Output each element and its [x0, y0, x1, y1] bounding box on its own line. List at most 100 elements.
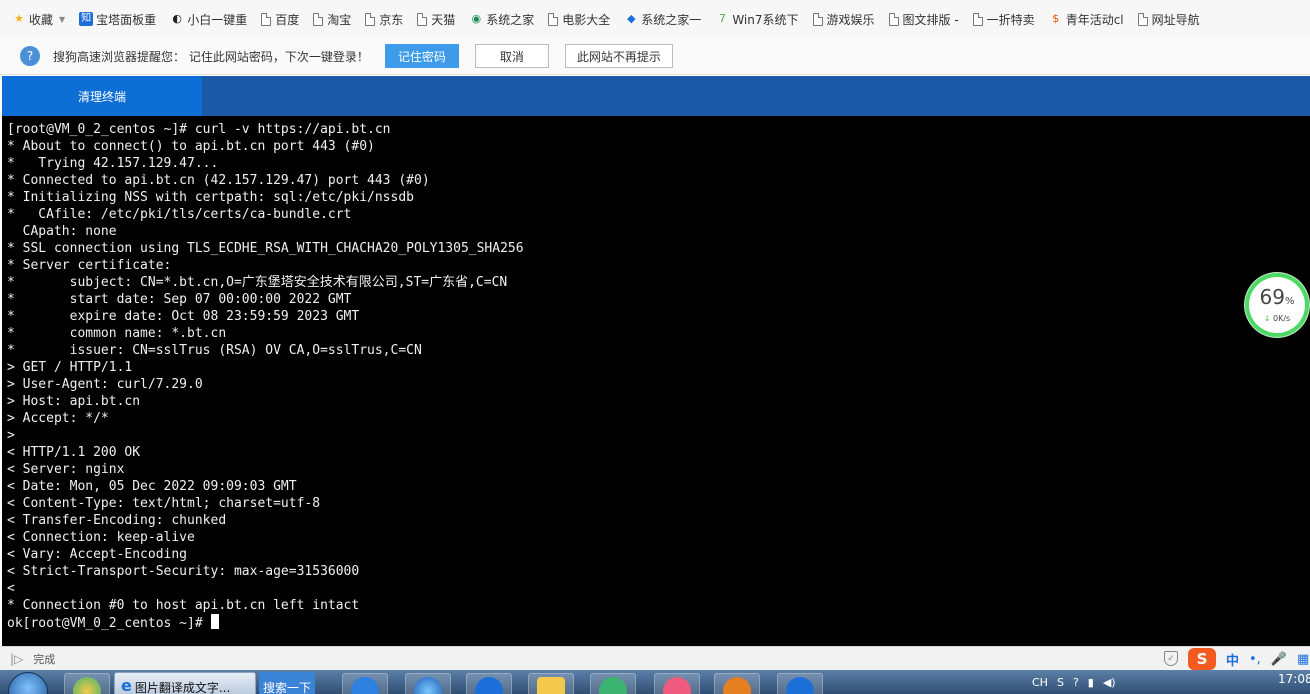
terminal-line: [root@VM_0_2_centos ~]# curl -v https://… — [7, 122, 391, 137]
keyboard-grid-icon[interactable]: ▦ — [1297, 652, 1309, 667]
app-header: 清理终端 — [2, 76, 1310, 116]
xiaobai-icon: ◐ — [172, 12, 182, 25]
password-prompt-message: 搜狗高速浏览器提醒您： 记住此网站密码，下次一键登录！ — [53, 49, 369, 64]
microphone-icon[interactable]: 🎤 — [1271, 652, 1287, 667]
terminal-output: [root@VM_0_2_centos ~]# curl -v https://… — [7, 121, 1310, 614]
xitong-icon: ◉ — [471, 12, 482, 25]
download-arrow-icon: ↓ — [1263, 314, 1271, 323]
bookmark-label: Win7系统下 — [732, 12, 799, 27]
taskbar: e 图片翻译成文字... 搜索一下 CH S ? ▮ ◀) 17:08 — [0, 670, 1310, 694]
taskbar-app-icon[interactable] — [64, 673, 110, 694]
cancel-button[interactable]: 取消 — [474, 44, 549, 68]
bookmark-label: 宝塔面板重 — [96, 12, 157, 27]
bt-icon: 知 — [79, 12, 94, 26]
terminal-line: CApath: none — [7, 224, 117, 239]
sogou-taskbar-icon[interactable] — [342, 673, 388, 694]
sogou-ime-icon[interactable]: S — [1188, 648, 1216, 670]
clear-terminal-tab[interactable]: 清理终端 — [2, 76, 202, 116]
ie-icon: e — [121, 676, 132, 694]
terminal-line: < Content-Type: text/html; charset=utf-8 — [7, 496, 321, 511]
bookmark-label: 游戏娱乐 — [826, 12, 875, 27]
never-prompt-button[interactable]: 此网站不再提示 — [564, 44, 673, 68]
remember-password-button[interactable]: 记住密码 — [384, 44, 459, 68]
qingnian-icon: $ — [1052, 12, 1060, 25]
system-tray: CH S ? ▮ ◀) — [1032, 676, 1116, 689]
terminal-line: * Trying 42.157.129.47... — [7, 156, 219, 171]
bookmark-item[interactable]: 知宝塔面板重 — [73, 0, 164, 38]
bookmark-item[interactable]: 网址导航 — [1132, 0, 1208, 38]
password-save-prompt: ? 搜狗高速浏览器提醒您： 记住此网站密码，下次一键登录！ 记住密码 取消 此网… — [0, 38, 1310, 75]
terminal-line: * CAfile: /etc/pki/tls/certs/ca-bundle.c… — [7, 207, 352, 222]
tray-sogou-icon[interactable]: S — [1057, 676, 1064, 689]
bookmark-item[interactable]: 电影大全 — [542, 0, 618, 38]
tray-network-icon[interactable]: ▮ — [1088, 676, 1094, 689]
ie-taskbar-icon[interactable] — [405, 673, 451, 694]
bookmark-item[interactable]: 京东 — [359, 0, 411, 38]
xitong2-icon: ◆ — [627, 12, 636, 25]
folder-taskbar-icon[interactable] — [528, 673, 574, 694]
chevron-down-icon[interactable]: ▼ — [59, 15, 65, 24]
bookmark-item[interactable]: ★ 收藏 ▼ — [0, 0, 73, 38]
start-button[interactable] — [8, 672, 48, 694]
tray-volume-icon[interactable]: ◀) — [1103, 676, 1116, 689]
page-icon — [261, 12, 272, 26]
win7-icon: 7 — [718, 12, 726, 25]
terminal-line: * Connection #0 to host api.bt.cn left i… — [7, 598, 360, 613]
terminal-line: * subject: CN=*.bt.cn,O=广东堡塔安全技术有限公司,ST=… — [7, 275, 508, 290]
terminal-line: * start date: Sep 07 00:00:00 2022 GMT — [7, 292, 352, 307]
bookmark-label: 一折特卖 — [986, 12, 1035, 27]
bookmark-label: 网址导航 — [1151, 12, 1200, 27]
terminal-line: > Accept: */* — [7, 411, 109, 426]
terminal-prompt: ok[root@VM_0_2_centos ~]# — [7, 616, 211, 631]
bookmark-label: 收藏 — [29, 12, 54, 27]
terminal-line: > User-Agent: curl/7.29.0 — [7, 377, 203, 392]
bookmark-item[interactable]: ◆ 系统之家一 — [618, 0, 709, 38]
bookmark-item[interactable]: $ 青年活动cl — [1043, 0, 1132, 38]
security-shield-icon[interactable]: ✓ — [1164, 651, 1178, 666]
status-bar: |▷ 完成 ✓ S 中 •, 🎤 ▦ — [0, 646, 1310, 671]
page-icon — [812, 12, 823, 26]
bookmark-item[interactable]: 一折特卖 — [967, 0, 1043, 38]
bookmark-label: 系统之家 — [486, 12, 535, 27]
taskbar-search-button[interactable]: 搜索一下 — [259, 672, 315, 694]
network-load-percent: 69 — [1259, 285, 1285, 309]
terminal-line: < Transfer-Encoding: chunked — [7, 513, 227, 528]
terminal-cursor — [210, 614, 219, 629]
terminal-line: * Server certificate: — [7, 258, 172, 273]
bookmark-item[interactable]: ◉ 系统之家 — [463, 0, 542, 38]
sidebar-toggle-icon[interactable]: |▷ — [10, 652, 23, 666]
sogou-browser-taskbar-icon[interactable] — [777, 673, 823, 694]
terminal-line: * SSL connection using TLS_ECDHE_RSA_WIT… — [7, 241, 524, 256]
terminal-line: * About to connect() to api.bt.cn port 4… — [7, 139, 375, 154]
punctuation-icon[interactable]: •, — [1249, 652, 1261, 667]
terminal-line: * Connected to api.bt.cn (42.157.129.47)… — [7, 173, 430, 188]
terminal-window[interactable]: [root@VM_0_2_centos ~]# curl -v https://… — [2, 116, 1310, 646]
percent-unit: % — [1284, 296, 1295, 307]
browser-taskbar-icon[interactable] — [466, 673, 512, 694]
bookmark-item[interactable]: 淘宝 — [307, 0, 359, 38]
taskbar-browser-window[interactable]: e 图片翻译成文字... — [114, 672, 256, 694]
bookmark-item[interactable]: 图文排版 - — [883, 0, 967, 38]
bookmark-item[interactable]: 游戏娱乐 — [807, 0, 883, 38]
paint-taskbar-icon[interactable] — [714, 673, 760, 694]
terminal-line: < Server: nginx — [7, 462, 125, 477]
tray-help-icon[interactable]: ? — [1073, 676, 1079, 689]
tray-language[interactable]: CH — [1032, 676, 1048, 689]
bookmark-item[interactable]: 天猫 — [411, 0, 463, 38]
bookmark-item[interactable]: 7 Win7系统下 — [709, 0, 806, 38]
bookmark-item[interactable]: 百度 — [255, 0, 307, 38]
taskbar-browser-title: 图片翻译成文字... — [134, 681, 231, 694]
app-taskbar-icon[interactable] — [654, 673, 700, 694]
bookmark-label: 图文排版 - — [902, 12, 959, 27]
update-taskbar-icon[interactable] — [590, 673, 636, 694]
page-icon — [972, 12, 983, 26]
bookmark-item[interactable]: ◐ 小白一键重 — [164, 0, 255, 38]
page-icon — [313, 12, 324, 26]
ime-language[interactable]: 中 — [1226, 650, 1239, 669]
network-speed-widget[interactable]: 69% ↓ 0K/s — [1245, 273, 1309, 337]
terminal-line: * issuer: CN=sslTrus (RSA) OV CA,O=sslTr… — [7, 343, 422, 358]
clock[interactable]: 17:08 — [1278, 672, 1310, 686]
terminal-line: < Date: Mon, 05 Dec 2022 09:09:03 GMT — [7, 479, 297, 494]
terminal-line: < Connection: keep-alive — [7, 530, 195, 545]
bookmark-label: 京东 — [379, 12, 404, 27]
